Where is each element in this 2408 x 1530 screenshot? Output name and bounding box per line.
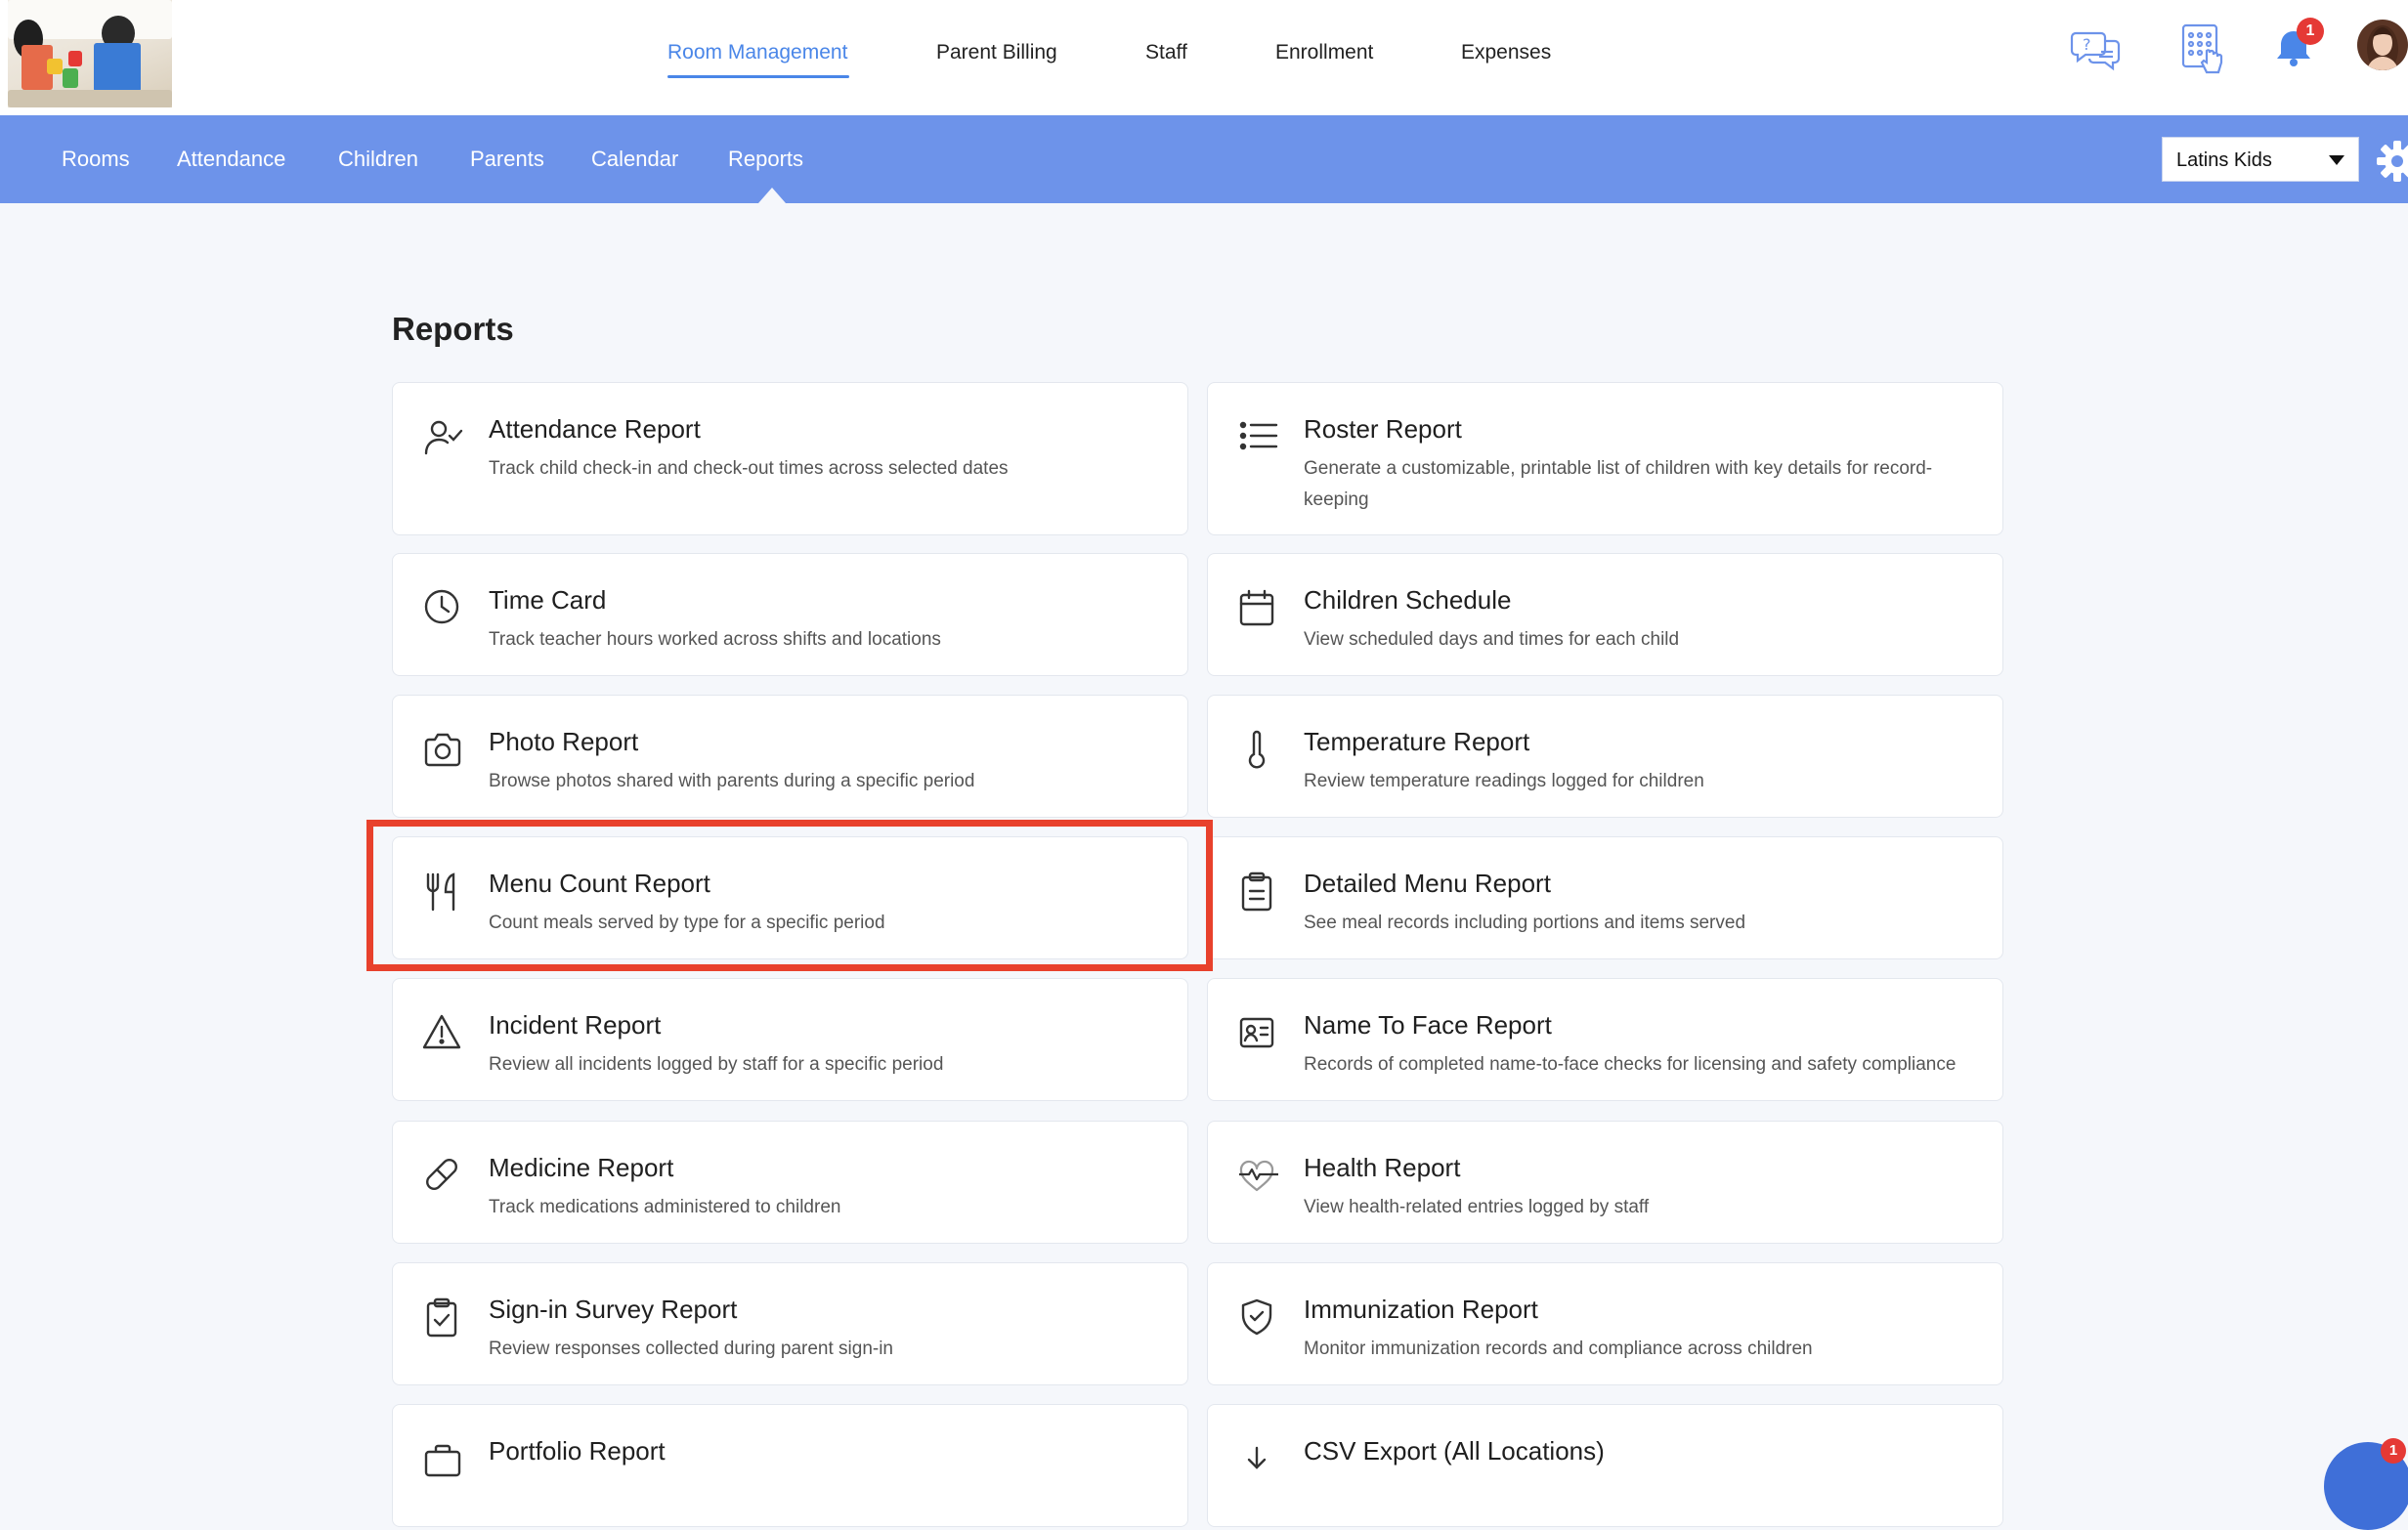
subnav-attendance[interactable]: Attendance bbox=[177, 147, 285, 172]
calendar-icon bbox=[1237, 587, 1280, 630]
utensils-icon bbox=[422, 871, 465, 914]
notification-badge: 1 bbox=[2297, 18, 2324, 45]
location-select-value: Latins Kids bbox=[2176, 149, 2272, 171]
report-title: Medicine Report bbox=[489, 1153, 674, 1182]
report-description: Track child check-in and check-out times… bbox=[489, 458, 1009, 479]
report-title: Temperature Report bbox=[1304, 727, 1530, 756]
report-description: Monitor immunization records and complia… bbox=[1304, 1339, 1813, 1359]
report-card-menu-count[interactable]: Menu Count Report Count meals served by … bbox=[392, 836, 1188, 959]
report-card-medicine[interactable]: Medicine Report Track medications admini… bbox=[392, 1121, 1188, 1244]
report-title: Detailed Menu Report bbox=[1304, 869, 1551, 898]
report-title: Photo Report bbox=[489, 727, 639, 756]
kiosk-icon[interactable] bbox=[2177, 21, 2230, 74]
thermometer-icon bbox=[1237, 729, 1280, 772]
svg-text:?: ? bbox=[2083, 35, 2091, 54]
subnav-parents[interactable]: Parents bbox=[470, 147, 544, 172]
report-description: Records of completed name-to-face checks… bbox=[1304, 1054, 1956, 1075]
nav-staff[interactable]: Staff bbox=[1145, 41, 1187, 64]
subnav-children[interactable]: Children bbox=[338, 147, 418, 172]
report-description: Track medications administered to childr… bbox=[489, 1197, 841, 1217]
report-title: Name To Face Report bbox=[1304, 1010, 1552, 1040]
active-nav-underline bbox=[667, 75, 849, 78]
report-card-immunization[interactable]: Immunization Report Monitor immunization… bbox=[1207, 1262, 2003, 1385]
location-select[interactable]: Latins Kids bbox=[2162, 137, 2359, 182]
top-header: Room Management Parent Billing Staff Enr… bbox=[0, 0, 2408, 115]
report-card-health[interactable]: Health Report View health-related entrie… bbox=[1207, 1121, 2003, 1244]
report-title: CSV Export (All Locations) bbox=[1304, 1436, 1605, 1466]
avatar[interactable] bbox=[2357, 20, 2408, 70]
report-description: Count meals served by type for a specifi… bbox=[489, 913, 885, 933]
clipboard-icon bbox=[1237, 871, 1280, 914]
report-card-attendance[interactable]: Attendance Report Track child check-in a… bbox=[392, 382, 1188, 535]
report-card-name-to-face[interactable]: Name To Face Report Records of completed… bbox=[1207, 978, 2003, 1101]
report-card-sign-in-survey[interactable]: Sign-in Survey Report Review responses c… bbox=[392, 1262, 1188, 1385]
chevron-down-icon bbox=[2329, 155, 2344, 165]
list-icon bbox=[1237, 416, 1280, 459]
report-description: Review temperature readings logged for c… bbox=[1304, 771, 1704, 791]
subnav-calendar[interactable]: Calendar bbox=[591, 147, 678, 172]
id-card-icon bbox=[1237, 1012, 1280, 1055]
report-description: Browse photos shared with parents during… bbox=[489, 771, 975, 791]
main-navigation: Room Management Parent Billing Staff Enr… bbox=[0, 0, 2408, 115]
report-title: Incident Report bbox=[489, 1010, 662, 1040]
clipboard-check-icon bbox=[422, 1296, 465, 1339]
report-card-time-card[interactable]: Time Card Track teacher hours worked acr… bbox=[392, 553, 1188, 676]
report-card-children-schedule[interactable]: Children Schedule View scheduled days an… bbox=[1207, 553, 2003, 676]
subnav-rooms[interactable]: Rooms bbox=[62, 147, 130, 172]
report-title: Menu Count Report bbox=[489, 869, 710, 898]
nav-room-management[interactable]: Room Management bbox=[667, 41, 847, 64]
report-card-portfolio[interactable]: Portfolio Report bbox=[392, 1404, 1188, 1527]
report-card-temperature[interactable]: Temperature Report Review temperature re… bbox=[1207, 695, 2003, 818]
camera-icon bbox=[422, 729, 465, 772]
nav-enrollment[interactable]: Enrollment bbox=[1275, 41, 1373, 64]
report-description: Review all incidents logged by staff for… bbox=[489, 1054, 944, 1075]
report-description: See meal records including portions and … bbox=[1304, 913, 1746, 933]
report-description: View health-related entries logged by st… bbox=[1304, 1197, 1650, 1217]
report-card-roster[interactable]: Roster Report Generate a customizable, p… bbox=[1207, 382, 2003, 535]
gear-icon[interactable] bbox=[2373, 137, 2408, 186]
heart-pulse-icon bbox=[1237, 1155, 1280, 1198]
download-icon bbox=[1237, 1440, 1280, 1483]
sub-navigation: Rooms Attendance Children Parents Calend… bbox=[0, 115, 2408, 203]
subnav-reports[interactable]: Reports bbox=[728, 147, 803, 172]
report-card-photo[interactable]: Photo Report Browse photos shared with p… bbox=[392, 695, 1188, 818]
warning-icon bbox=[422, 1012, 465, 1055]
page-title: Reports bbox=[392, 311, 514, 347]
report-card-incident[interactable]: Incident Report Review all incidents log… bbox=[392, 978, 1188, 1101]
report-description: Track teacher hours worked across shifts… bbox=[489, 629, 941, 650]
nav-parent-billing[interactable]: Parent Billing bbox=[936, 41, 1057, 64]
active-subnav-indicator bbox=[758, 188, 786, 203]
report-card-csv-export[interactable]: CSV Export (All Locations) bbox=[1207, 1404, 2003, 1527]
report-card-detailed-menu[interactable]: Detailed Menu Report See meal records in… bbox=[1207, 836, 2003, 959]
report-title: Time Card bbox=[489, 585, 607, 615]
report-title: Roster Report bbox=[1304, 414, 1462, 444]
report-title: Portfolio Report bbox=[489, 1436, 666, 1466]
report-description: View scheduled days and times for each c… bbox=[1304, 629, 1680, 650]
help-chat-icon[interactable]: ? bbox=[2070, 21, 2123, 74]
user-check-icon bbox=[422, 416, 465, 459]
shield-check-icon bbox=[1237, 1296, 1280, 1339]
clock-icon bbox=[422, 587, 465, 630]
report-title: Children Schedule bbox=[1304, 585, 1512, 615]
report-title: Immunization Report bbox=[1304, 1295, 1538, 1324]
report-title: Attendance Report bbox=[489, 414, 701, 444]
report-title: Health Report bbox=[1304, 1153, 1461, 1182]
report-description: Review responses collected during parent… bbox=[489, 1339, 894, 1359]
pill-icon bbox=[422, 1155, 465, 1198]
report-description: Generate a customizable, printable list … bbox=[1304, 458, 1933, 510]
report-title: Sign-in Survey Report bbox=[489, 1295, 738, 1324]
chat-badge: 1 bbox=[2381, 1438, 2406, 1464]
nav-expenses[interactable]: Expenses bbox=[1461, 41, 1551, 64]
briefcase-icon bbox=[422, 1440, 465, 1483]
